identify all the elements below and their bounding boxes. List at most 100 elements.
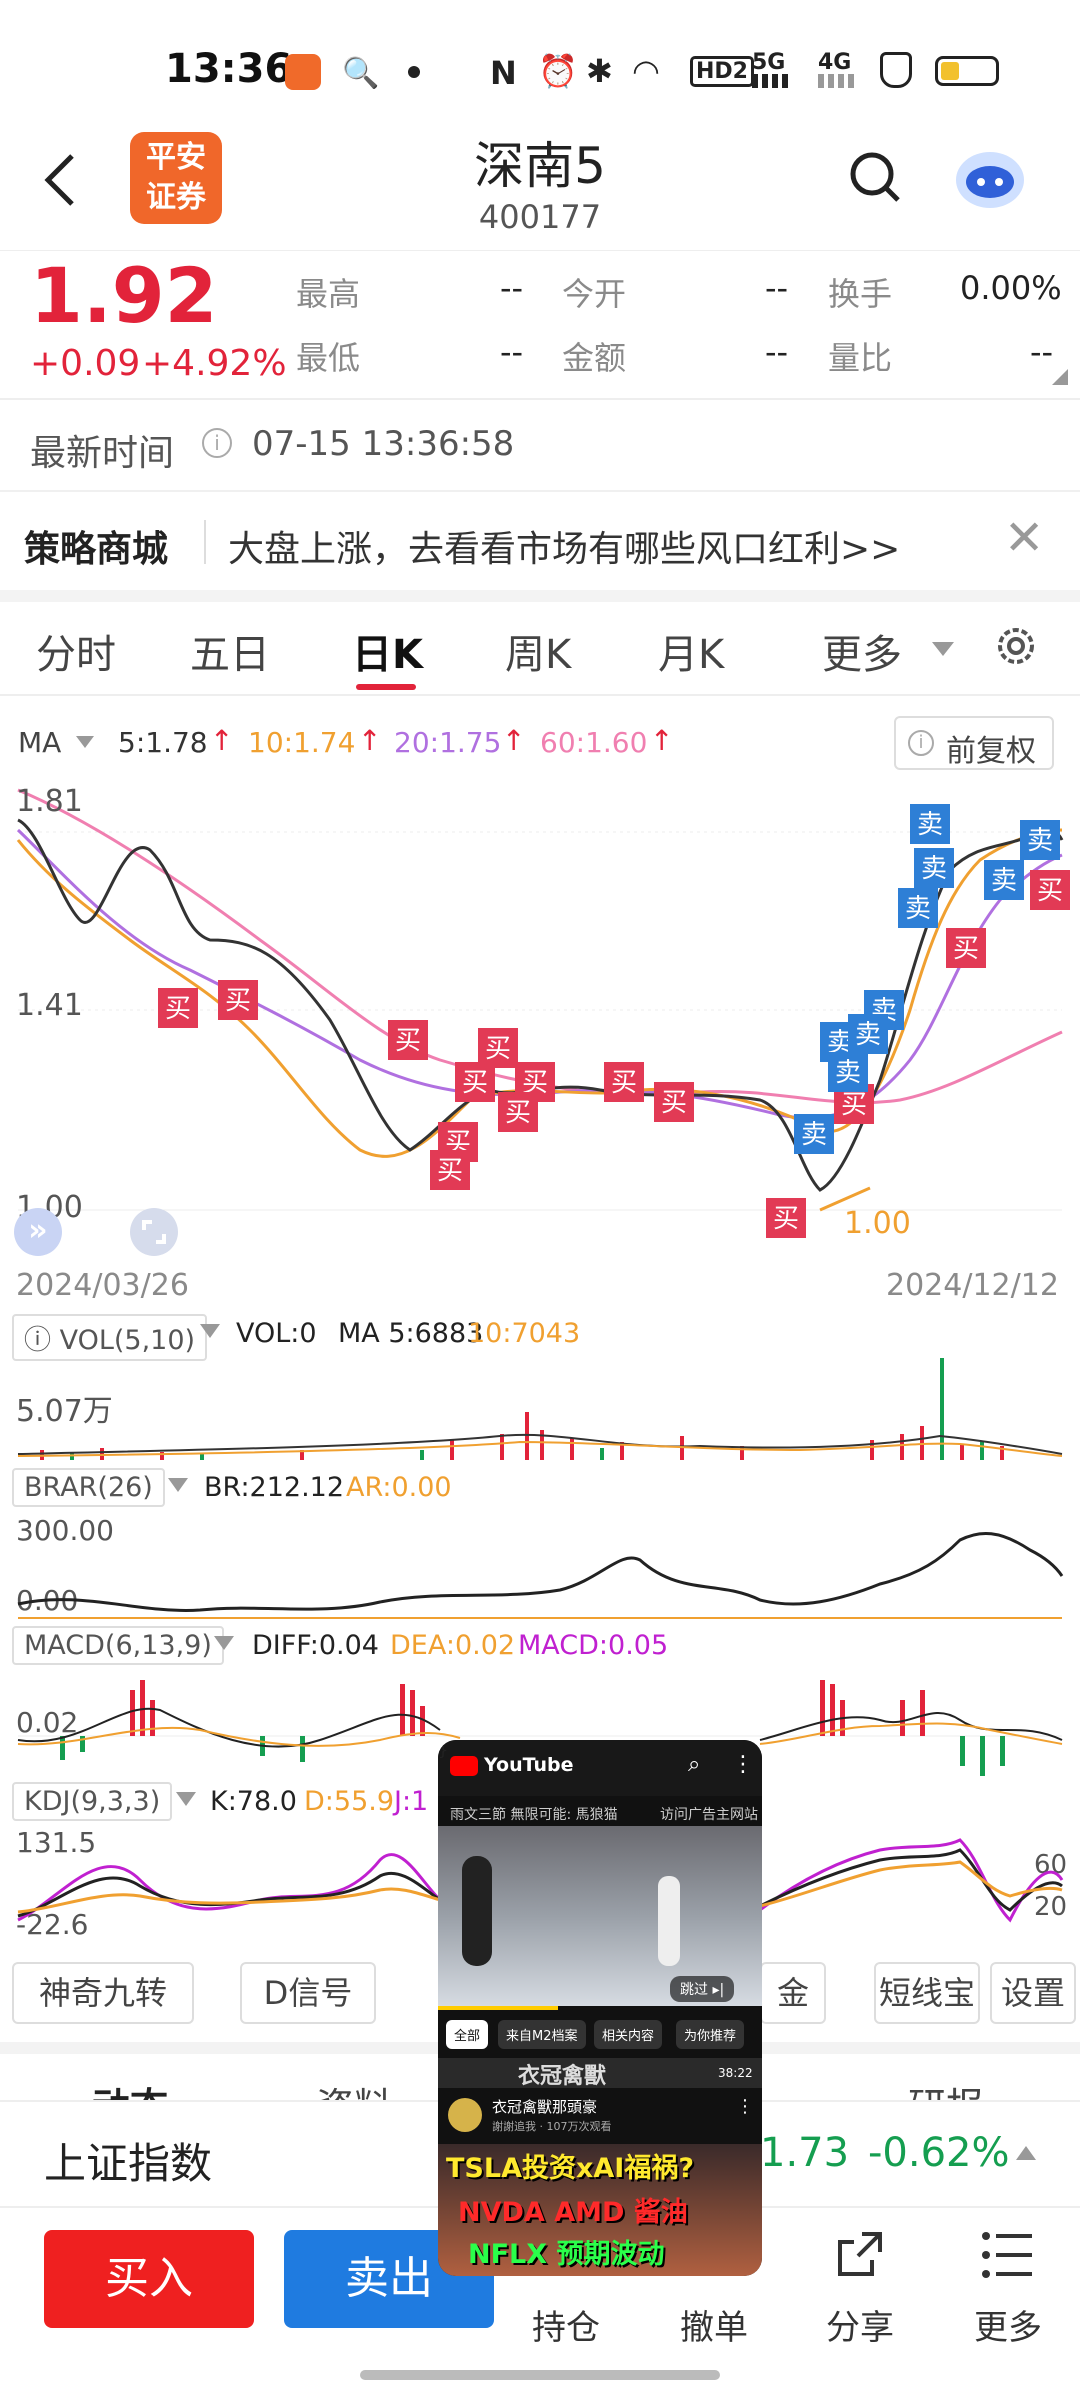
strategy-banner[interactable]: 策略商城 大盘上涨，去看看市场有哪些风口红利>> ✕ (0, 490, 1080, 590)
y-axis-mid: 1.41 (16, 988, 83, 1023)
more-vert-icon[interactable]: ⋮ (736, 2096, 754, 2117)
chip-recommend[interactable]: 为你推荐 (676, 2020, 745, 2049)
banner-text: 大盘上涨，去看看市场有哪些风口红利>> (228, 529, 901, 570)
chevron-up-icon[interactable] (1016, 2146, 1036, 2160)
banner-divider (204, 520, 206, 564)
tool-d-signal[interactable]: D信号 (240, 1962, 376, 2024)
tab-5day[interactable]: 五日 (190, 622, 270, 680)
buy-signal-badge: 买 (218, 980, 258, 1020)
position-button[interactable]: 持仓 (516, 2300, 616, 2349)
tool-magic-nine[interactable]: 神奇九转 (12, 1962, 194, 2024)
pip-banner-strip: 衣冠禽獸 38:22 (438, 2058, 762, 2089)
ma60-line (17, 788, 1063, 1105)
buy-signal-badge: 买 (498, 1092, 538, 1132)
more-vert-icon[interactable]: ⋮ (732, 1752, 754, 1777)
svg-text:卖: 卖 (921, 854, 947, 884)
sell-signal-badge: 卖 (984, 860, 1024, 900)
up-arrow-icon: ↑ (210, 724, 234, 757)
ma5-value: 5:1.78 (118, 726, 208, 759)
buy-signal-badge: 买 (1030, 870, 1070, 910)
cancel-order-button[interactable]: 撤单 (664, 2300, 764, 2349)
field-label: 最高 (296, 275, 361, 313)
tab-more[interactable]: 更多 (822, 622, 902, 680)
chip-all[interactable]: 全部 (446, 2020, 489, 2049)
pip-video-frame[interactable]: 跳过 ▸| (438, 1826, 762, 2006)
svg-text:卖: 卖 (801, 1120, 827, 1150)
signal-5g-icon: 5G (752, 50, 786, 75)
tool-short-line[interactable]: 短线宝 (874, 1962, 980, 2024)
macd-dropdown-icon[interactable] (214, 1636, 234, 1650)
svg-text:卖: 卖 (917, 810, 943, 840)
pip-thumbnail[interactable]: TSLA投资xAI福祸? NVDA AMD 酱油 NFLX 预期波动 (438, 2144, 762, 2276)
k-value: K:78.0 (210, 1786, 297, 1817)
nfc-icon: N (490, 54, 517, 92)
adjust-button[interactable]: i 前复权 (894, 716, 1054, 770)
pip-ad-note[interactable]: 访问广告主网站 (660, 1804, 758, 1824)
expand-left-icon[interactable]: » (14, 1208, 62, 1256)
share-button[interactable]: 分享 (810, 2300, 910, 2349)
tab-profile[interactable]: 资料 (316, 2076, 392, 2100)
price-change: +0.09 (30, 343, 141, 384)
info-icon[interactable]: i (202, 428, 232, 458)
kline-chart[interactable]: 买 买 买 买 买 买 买 买 买 买 买 买 买 买 买 卖 卖 卖 卖 卖 … (0, 770, 1080, 1250)
search-icon[interactable] (848, 150, 902, 208)
status-bar: 13:36 🔍 N ⏰ ✱ ◠ HD2 5G 4G (0, 0, 1080, 120)
up-arrow-icon: ↑ (358, 724, 382, 757)
pip-video-title[interactable]: 衣冠禽獸那頭豪 (492, 2096, 597, 2117)
tab-weekly-k[interactable]: 周K (505, 622, 571, 680)
date-end: 2024/12/12 (886, 1268, 1059, 1303)
kdj-label: KDJ(9,3,3) (24, 1786, 161, 1817)
diff-value: DIFF:0.04 (252, 1630, 379, 1661)
vol-ma10: 10:7043 (468, 1318, 581, 1349)
expand-corner-icon[interactable] (1052, 369, 1068, 385)
ma10-value: 10:1.74 (248, 726, 356, 759)
vol-dropdown-icon[interactable] (200, 1324, 220, 1338)
home-indicator[interactable] (360, 2370, 720, 2380)
divider (0, 694, 1080, 696)
ma60-value: 60:1.60 (540, 726, 648, 759)
field-value: -- (765, 333, 789, 371)
tab-daily-k[interactable]: 日K (352, 622, 423, 680)
buy-signal-badge: 买 (388, 1020, 428, 1060)
menu-icon[interactable] (980, 2230, 1036, 2284)
chip-related[interactable]: 相关内容 (594, 2020, 663, 2049)
channel-avatar[interactable] (448, 2098, 482, 2132)
pip-video-window[interactable]: YouTube ⌕ ⋮ } 雨文三節 無限可能: 馬狼猫 访问广告主网站 跳过 … (438, 1740, 762, 2276)
alarm-icon: ⏰ (538, 52, 578, 90)
tool-gold[interactable]: 金 (760, 1962, 826, 2024)
brar-dropdown-icon[interactable] (168, 1478, 188, 1492)
date-start: 2024/03/26 (16, 1268, 189, 1303)
robot-icon[interactable] (950, 142, 1030, 216)
ma-dropdown-icon[interactable] (76, 736, 94, 748)
fullscreen-icon[interactable] (130, 1208, 178, 1256)
sell-signal-badge: 卖 (828, 1052, 868, 1092)
search-icon[interactable]: ⌕ (688, 1752, 700, 1777)
skip-ad-button[interactable]: 跳过 ▸| (670, 1976, 735, 2002)
close-icon[interactable]: ✕ (1004, 510, 1044, 566)
gear-icon[interactable] (992, 622, 1040, 674)
index-pct: -0.62% (868, 2130, 1010, 2176)
index-value: 1.73 (760, 2130, 850, 2176)
ma-label[interactable]: MA (18, 726, 61, 759)
tab-reports[interactable]: 研报 (908, 2076, 984, 2100)
latest-time-label: 最新时间 (30, 433, 175, 474)
buy-button[interactable]: 买入 (44, 2230, 254, 2328)
signal-bars-2-icon (818, 74, 858, 88)
chip-m2[interactable]: 来自M2档案 (498, 2020, 586, 2049)
kdj-indicator-button[interactable]: KDJ(9,3,3) (12, 1782, 173, 1821)
buy-signal-badge: 买 (946, 928, 986, 968)
up-arrow-icon: ↑ (502, 724, 526, 757)
svg-text:买: 买 (437, 1156, 463, 1186)
share-icon[interactable] (832, 2226, 888, 2286)
more-button[interactable]: 更多 (958, 2300, 1058, 2349)
tab-monthly-k[interactable]: 月K (658, 622, 724, 680)
battery-icon (935, 56, 999, 86)
kdj-dropdown-icon[interactable] (176, 1792, 196, 1806)
buy-signal-badge: 买 (455, 1062, 495, 1102)
tab-news[interactable]: 动态 (92, 2076, 168, 2100)
tab-intraday[interactable]: 分时 (36, 622, 116, 680)
low-marker-label: 1.00 (844, 1206, 911, 1241)
brar-chart (17, 1531, 1064, 1619)
signal-bars-icon (752, 74, 792, 88)
tool-settings[interactable]: 设置 (990, 1962, 1076, 2024)
